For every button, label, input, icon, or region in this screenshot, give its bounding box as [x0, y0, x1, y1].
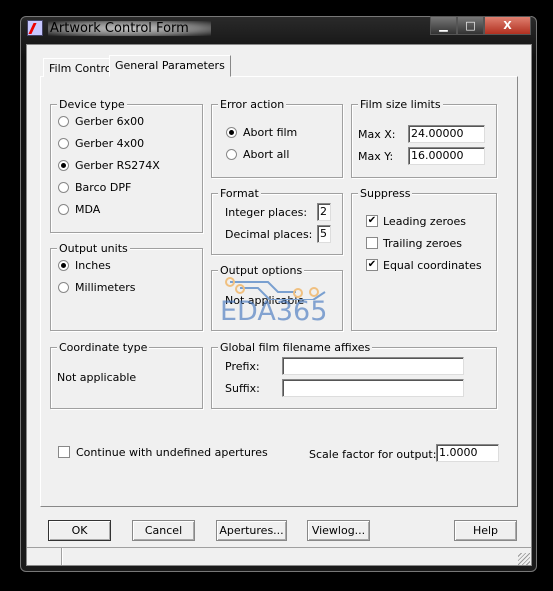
radio-abort-film[interactable] [226, 127, 237, 138]
suffix-label: Suffix: [225, 382, 260, 395]
radio-gerber-rs274x[interactable] [58, 160, 69, 171]
error-action-group: Error action [211, 98, 343, 178]
integer-places-label: Integer places: [225, 206, 308, 219]
radio-label: Millimeters [75, 281, 136, 294]
status-bar-pane-divider [61, 548, 62, 565]
scale-factor-label: Scale factor for output: [309, 448, 437, 461]
format-label: Format [218, 187, 261, 200]
decimal-places-input[interactable]: 5 [317, 225, 331, 243]
prefix-input[interactable] [282, 357, 464, 375]
radio-label: Gerber 4x00 [75, 137, 145, 150]
close-button[interactable]: X [484, 16, 531, 35]
app-icon [27, 20, 43, 36]
coordinate-type-value: Not applicable [57, 371, 137, 384]
film-size-label: Film size limits [358, 98, 443, 111]
viewlog-button[interactable]: Viewlog... [307, 520, 370, 541]
max-x-label: Max X: [358, 128, 396, 141]
radio-abort-all[interactable] [226, 149, 237, 160]
checkbox-label: Leading zeroes [383, 215, 466, 228]
apertures-button[interactable]: Apertures... [216, 520, 287, 541]
continue-undefined-label: Continue with undefined apertures [76, 446, 268, 459]
radio-label: MDA [75, 203, 101, 216]
radio-label: Abort all [243, 148, 290, 161]
watermark-logo: EDA365 [220, 296, 328, 327]
maximize-button[interactable]: □ [457, 16, 484, 35]
radio-inches[interactable] [58, 260, 69, 271]
radio-barco-dpf[interactable] [58, 182, 69, 193]
checkbox-label: Equal coordinates [383, 259, 482, 272]
radio-label: Inches [75, 259, 111, 272]
leading-zeroes-checkbox[interactable]: ✔ [366, 215, 378, 227]
output-units-label: Output units [57, 242, 130, 255]
radio-label: Gerber RS274X [75, 159, 160, 172]
ok-button[interactable]: OK [48, 520, 111, 541]
max-y-input[interactable]: 16.00000 [408, 147, 485, 165]
suffix-input[interactable] [282, 379, 464, 397]
max-x-input[interactable]: 24.00000 [408, 125, 485, 143]
decimal-places-label: Decimal places: [225, 228, 313, 241]
scale-factor-input[interactable]: 1.0000 [436, 444, 499, 462]
device-type-label: Device type [57, 98, 127, 111]
radio-label: Gerber 6x00 [75, 115, 145, 128]
suppress-label: Suppress [358, 187, 413, 200]
radio-mda[interactable] [58, 204, 69, 215]
help-button[interactable]: Help [454, 520, 517, 541]
minimize-button[interactable]: ▁ [430, 16, 457, 35]
prefix-label: Prefix: [225, 360, 260, 373]
status-bar-divider [27, 547, 531, 548]
checkbox-label: Trailing zeroes [383, 237, 463, 250]
trailing-zeroes-checkbox[interactable] [366, 237, 378, 249]
radio-label: Barco DPF [75, 181, 132, 194]
tab-general-parameters[interactable]: General Parameters [109, 55, 231, 77]
equal-coordinates-checkbox[interactable]: ✔ [366, 259, 378, 271]
error-action-label: Error action [218, 98, 287, 111]
affixes-label: Global film filename affixes [218, 341, 373, 354]
max-y-label: Max Y: [358, 150, 394, 163]
resize-grip-icon[interactable] [518, 553, 530, 565]
integer-places-input[interactable]: 2 [317, 203, 331, 221]
coordinate-type-label: Coordinate type [57, 341, 150, 354]
window-title: Artwork Control Form [48, 21, 211, 36]
radio-gerber-4x00[interactable] [58, 138, 69, 149]
continue-undefined-checkbox[interactable] [58, 446, 70, 458]
radio-gerber-6x00[interactable] [58, 116, 69, 127]
radio-millimeters[interactable] [58, 282, 69, 293]
radio-label: Abort film [243, 126, 298, 139]
cancel-button[interactable]: Cancel [132, 520, 195, 541]
